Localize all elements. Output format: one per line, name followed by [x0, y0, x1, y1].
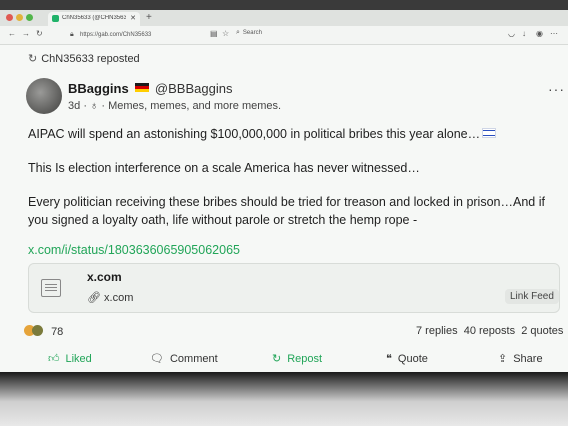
- avatar[interactable]: [26, 78, 62, 114]
- maximize-window-dot[interactable]: [26, 14, 33, 21]
- post-text-3: Every politician receiving these bribes …: [28, 195, 545, 209]
- share-icon: ⇪: [498, 353, 508, 365]
- back-arrow-icon[interactable]: ←: [8, 29, 16, 38]
- quote-button[interactable]: ❝ Quote: [386, 352, 428, 365]
- repost-icon: ↻: [28, 53, 38, 65]
- address-bar-url: https://gab.com/ChN35633: [80, 32, 152, 38]
- comment-label: Comment: [169, 353, 218, 365]
- share-button[interactable]: ⇪ Share: [498, 352, 543, 365]
- search-label: Search: [242, 30, 262, 36]
- bookmark-star-icon[interactable]: ☆: [222, 29, 229, 38]
- quote-icon: ❝: [386, 353, 392, 365]
- search-icon: ⌕: [236, 29, 240, 36]
- lock-icon: 🔒︎: [70, 31, 74, 38]
- like-label: Liked: [65, 353, 92, 365]
- document-icon: [41, 279, 61, 297]
- card-title[interactable]: x.com: [87, 270, 122, 284]
- share-label: Share: [513, 353, 543, 365]
- search-box[interactable]: ⌕ Search: [236, 29, 262, 37]
- reader-view-icon[interactable]: ▤: [210, 29, 218, 38]
- address-bar[interactable]: 🔒︎ https://gab.com/ChN35633: [66, 29, 206, 41]
- gab-favicon-icon: [52, 15, 59, 22]
- post-page: ↻ ChN35633 reposted BBaggins @BBBaggins 3…: [0, 45, 568, 372]
- forward-arrow-icon[interactable]: →: [22, 29, 30, 38]
- repost-icon: ↻: [272, 353, 282, 365]
- like-button[interactable]: 👍︎ Liked: [48, 352, 92, 365]
- more-options-icon[interactable]: ···: [548, 81, 565, 97]
- card-domain-text: x.com: [104, 292, 134, 304]
- account-icon[interactable]: ◉: [536, 29, 543, 38]
- author-line: BBaggins @BBBaggins: [68, 81, 232, 96]
- repost-label[interactable]: ChN35633 reposted: [41, 53, 139, 65]
- browser-tab-bar: ChN35633 (@CHN35633) - Ga ✕ +: [0, 10, 568, 26]
- close-window-dot[interactable]: [6, 14, 13, 21]
- replies-count[interactable]: 7 replies: [416, 325, 458, 337]
- group-label[interactable]: Memes, memes, and more memes.: [108, 100, 281, 112]
- post-link[interactable]: x.com/i/status/1803636065905062065: [28, 243, 240, 257]
- link-preview-card[interactable]: x.com 🔗︎ x.com Link Feed: [28, 263, 560, 313]
- post-text-1: AIPAC will spend an astonishing $100,000…: [28, 127, 481, 141]
- engagement-counts: 7 replies 40 reposts 2 quotes: [416, 325, 563, 337]
- repost-header: ↻ ChN35633 reposted: [28, 52, 140, 65]
- reaction-count: 78: [51, 326, 64, 338]
- post-text-line: AIPAC will spend an astonishing $100,000…: [28, 127, 497, 141]
- laugh-reaction-icon: [32, 325, 43, 336]
- tab-close-icon[interactable]: ✕: [130, 14, 136, 22]
- thumbs-up-icon: 👍︎: [48, 353, 60, 365]
- downloads-icon[interactable]: ↓: [522, 29, 526, 38]
- browser-toolbar: ← → ↻ 🔒︎ https://gab.com/ChN35633 ▤ ☆ ⌕ S…: [0, 26, 568, 45]
- post-actions-bar: 👍︎ Liked 🗨︎ Comment ↻ Repost ❝ Quote ⇪ Share: [0, 350, 568, 370]
- link-icon: 🔗︎: [87, 292, 105, 304]
- repost-action-label: Repost: [287, 353, 323, 365]
- comment-button[interactable]: 🗨︎ Comment: [150, 352, 218, 365]
- post-text-4: you signed a loyalty oath, life without …: [28, 213, 418, 227]
- link-feed-button[interactable]: Link Feed: [505, 289, 559, 304]
- pocket-icon[interactable]: ◡: [508, 29, 515, 38]
- new-tab-button[interactable]: +: [146, 12, 152, 23]
- group-icon: ♁: [90, 100, 99, 112]
- author-name[interactable]: BBaggins: [68, 81, 129, 96]
- quote-label: Quote: [397, 353, 428, 365]
- reposts-count[interactable]: 40 reposts: [464, 325, 515, 337]
- reaction-summary[interactable]: 78: [24, 325, 63, 338]
- author-handle[interactable]: @BBBaggins: [155, 81, 233, 96]
- screen: ChN35633 (@CHN35633) - Ga ✕ + ← → ↻ 🔒︎ h…: [0, 10, 568, 372]
- desk-surface: [0, 372, 568, 426]
- repost-button[interactable]: ↻ Repost: [272, 352, 322, 365]
- reaction-icons: [24, 325, 48, 336]
- tab-title: ChN35633 (@CHN35633) - Ga: [62, 15, 126, 21]
- post-time[interactable]: 3d: [68, 100, 80, 112]
- germany-flag-icon: [135, 83, 150, 92]
- post-text-2: This Is election interference on a scale…: [28, 161, 420, 175]
- israel-flag-icon: [482, 128, 497, 138]
- extensions-icon[interactable]: ⋯: [550, 29, 558, 38]
- browser-tab-active[interactable]: ChN35633 (@CHN35633) - Ga ✕: [48, 12, 140, 26]
- quotes-count[interactable]: 2 quotes: [521, 325, 563, 337]
- post-meta: 3d · ♁ · Memes, memes, and more memes.: [68, 100, 281, 112]
- reload-icon[interactable]: ↻: [36, 29, 43, 38]
- comment-icon: 🗨︎: [150, 353, 164, 365]
- minimize-window-dot[interactable]: [16, 14, 23, 21]
- card-domain: 🔗︎ x.com: [87, 291, 133, 304]
